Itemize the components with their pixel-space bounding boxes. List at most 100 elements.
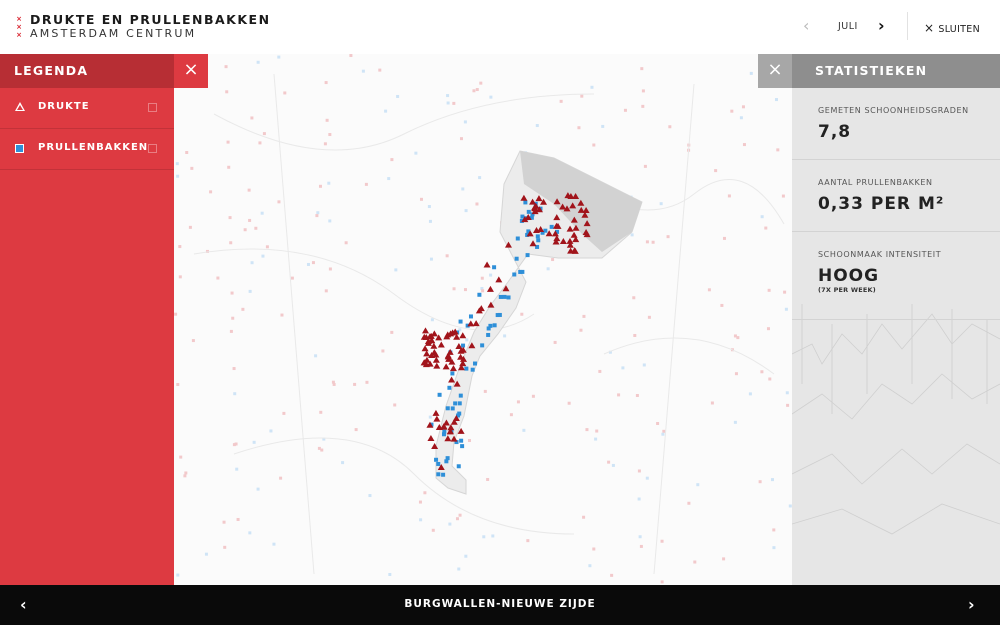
background-marker bbox=[714, 169, 718, 173]
background-marker bbox=[323, 142, 327, 146]
bin-marker[interactable] bbox=[447, 385, 452, 390]
bin-marker[interactable] bbox=[480, 343, 485, 348]
background-marker bbox=[660, 539, 664, 543]
background-marker bbox=[516, 400, 520, 404]
crowd-marker[interactable] bbox=[423, 350, 431, 357]
crowd-marker[interactable] bbox=[448, 376, 456, 383]
bin-marker[interactable] bbox=[520, 269, 525, 274]
background-marker bbox=[414, 151, 418, 155]
background-marker bbox=[734, 372, 738, 376]
bin-marker[interactable] bbox=[523, 200, 528, 205]
bin-marker[interactable] bbox=[514, 256, 519, 261]
crowd-marker[interactable] bbox=[477, 305, 485, 312]
bin-marker[interactable] bbox=[506, 295, 511, 300]
background-marker bbox=[784, 307, 788, 311]
crowd-marker[interactable] bbox=[433, 362, 441, 369]
background-marker bbox=[632, 296, 636, 300]
bin-marker[interactable] bbox=[468, 314, 473, 319]
background-marker bbox=[247, 188, 251, 192]
bin-marker[interactable] bbox=[460, 444, 465, 449]
background-marker bbox=[458, 513, 462, 517]
crowd-marker[interactable] bbox=[495, 276, 503, 283]
bin-marker[interactable] bbox=[434, 457, 439, 462]
bin-marker[interactable] bbox=[477, 292, 482, 297]
crowd-marker[interactable] bbox=[486, 285, 494, 292]
bin-marker[interactable] bbox=[457, 401, 462, 406]
background-marker bbox=[235, 467, 239, 471]
bin-marker[interactable] bbox=[458, 393, 463, 398]
bin-marker[interactable] bbox=[549, 224, 554, 229]
map-canvas[interactable] bbox=[174, 54, 792, 585]
bin-marker[interactable] bbox=[536, 238, 541, 243]
bin-marker[interactable] bbox=[470, 367, 475, 372]
bin-marker[interactable] bbox=[535, 234, 540, 239]
bin-marker[interactable] bbox=[497, 312, 502, 317]
background-marker bbox=[349, 54, 353, 58]
bin-marker[interactable] bbox=[525, 253, 530, 258]
bin-marker[interactable] bbox=[492, 323, 497, 328]
background-marker bbox=[236, 517, 240, 521]
map-view[interactable] bbox=[174, 54, 792, 585]
legend-toggle-checkbox[interactable] bbox=[148, 103, 157, 112]
bin-marker[interactable] bbox=[526, 209, 531, 214]
background-marker bbox=[577, 126, 581, 130]
bin-marker[interactable] bbox=[464, 366, 469, 371]
background-marker bbox=[617, 393, 621, 397]
crowd-marker[interactable] bbox=[433, 415, 441, 422]
bin-marker[interactable] bbox=[456, 464, 461, 469]
crowd-marker[interactable] bbox=[421, 345, 429, 352]
bin-marker[interactable] bbox=[512, 272, 517, 277]
background-marker bbox=[314, 354, 318, 358]
bin-marker[interactable] bbox=[473, 361, 478, 366]
legend-close-icon[interactable]: × bbox=[174, 54, 208, 88]
bin-marker[interactable] bbox=[492, 265, 497, 270]
legend-toggle-checkbox[interactable] bbox=[148, 144, 157, 153]
bin-marker[interactable] bbox=[441, 472, 446, 477]
background-marker bbox=[768, 377, 772, 381]
close-button[interactable]: × SLUITEN bbox=[924, 21, 980, 35]
crowd-marker[interactable] bbox=[442, 363, 450, 370]
crowd-marker[interactable] bbox=[483, 261, 491, 268]
bin-marker[interactable] bbox=[444, 459, 449, 464]
bin-marker[interactable] bbox=[458, 319, 463, 324]
background-marker bbox=[656, 422, 660, 426]
background-marker bbox=[772, 546, 776, 550]
background-marker bbox=[637, 469, 641, 473]
bin-marker[interactable] bbox=[502, 294, 507, 299]
background-marker bbox=[580, 94, 584, 98]
month-prev-icon[interactable]: ‹ bbox=[803, 16, 809, 35]
bin-marker[interactable] bbox=[457, 411, 462, 416]
bin-marker[interactable] bbox=[450, 371, 455, 376]
legend-item-drukte[interactable]: DRUKTE bbox=[0, 88, 174, 129]
bin-marker[interactable] bbox=[498, 294, 503, 299]
crowd-marker[interactable] bbox=[467, 320, 475, 327]
stats-close-icon[interactable]: × bbox=[758, 54, 792, 88]
bin-marker[interactable] bbox=[515, 236, 520, 241]
bin-marker[interactable] bbox=[459, 438, 464, 443]
background-marker bbox=[364, 182, 368, 186]
crowd-marker[interactable] bbox=[432, 409, 440, 416]
district-next-icon[interactable]: › bbox=[968, 595, 975, 614]
crowd-marker[interactable] bbox=[427, 435, 435, 442]
bin-marker[interactable] bbox=[450, 406, 455, 411]
crowd-marker[interactable] bbox=[449, 365, 457, 372]
month-next-icon[interactable]: › bbox=[878, 16, 885, 35]
legend-item-prullenbakken[interactable]: PRULLENBAKKEN bbox=[0, 129, 174, 170]
bin-marker[interactable] bbox=[453, 401, 458, 406]
bin-marker[interactable] bbox=[442, 429, 447, 434]
bin-marker[interactable] bbox=[436, 461, 441, 466]
crowd-marker[interactable] bbox=[459, 332, 467, 339]
background-marker bbox=[590, 85, 594, 89]
bin-marker[interactable] bbox=[488, 323, 493, 328]
background-marker bbox=[277, 200, 281, 204]
crowd-marker[interactable] bbox=[422, 327, 430, 334]
bin-marker[interactable] bbox=[461, 343, 466, 348]
background-marker bbox=[306, 262, 310, 266]
bin-marker[interactable] bbox=[445, 406, 450, 411]
bin-marker[interactable] bbox=[436, 472, 441, 477]
bin-marker[interactable] bbox=[437, 392, 442, 397]
crowd-marker[interactable] bbox=[437, 341, 445, 348]
crowd-marker[interactable] bbox=[472, 320, 480, 327]
bin-marker[interactable] bbox=[486, 332, 491, 337]
background-marker bbox=[733, 420, 737, 424]
